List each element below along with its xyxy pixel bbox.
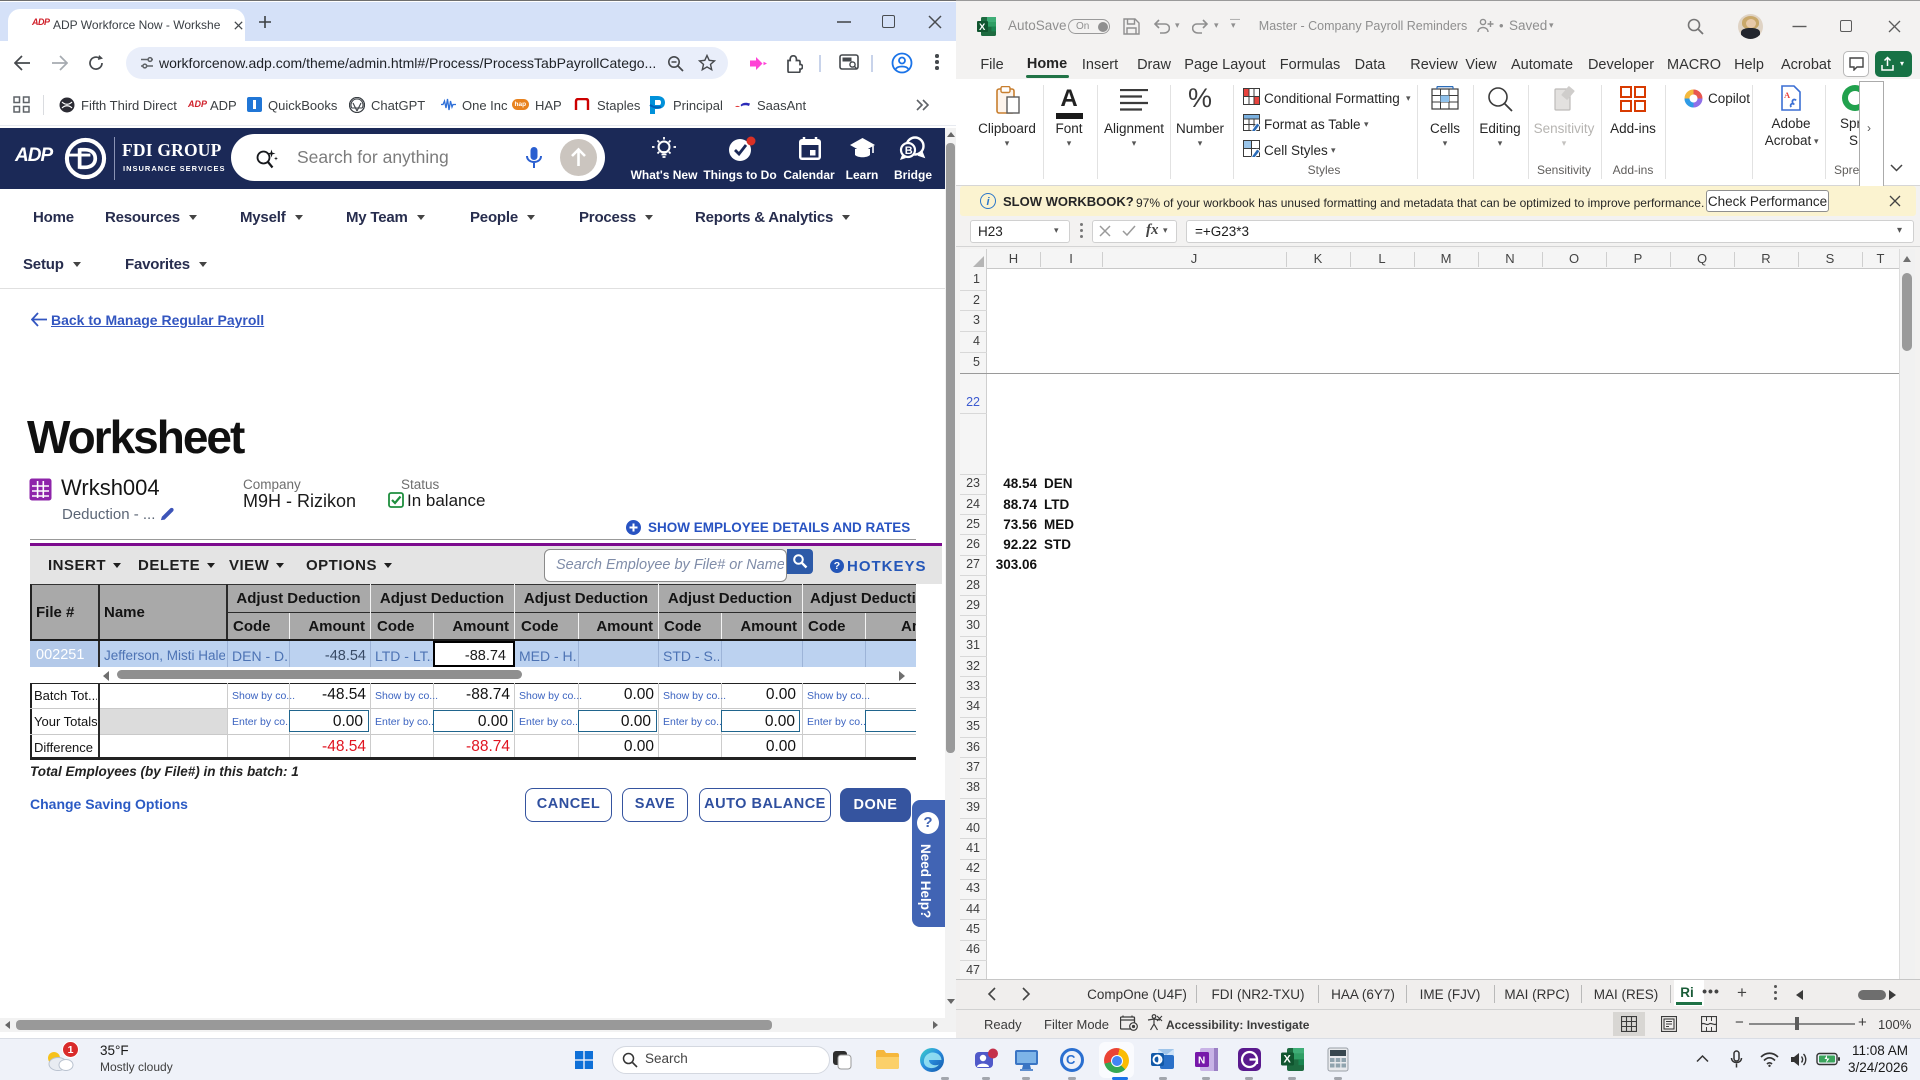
svg-text:X: X [1284,1054,1292,1066]
svg-text:N: N [1198,1056,1205,1067]
svg-text:A: A [1784,90,1791,100]
svg-text:X: X [979,22,986,33]
svg-text:B: B [905,145,913,157]
